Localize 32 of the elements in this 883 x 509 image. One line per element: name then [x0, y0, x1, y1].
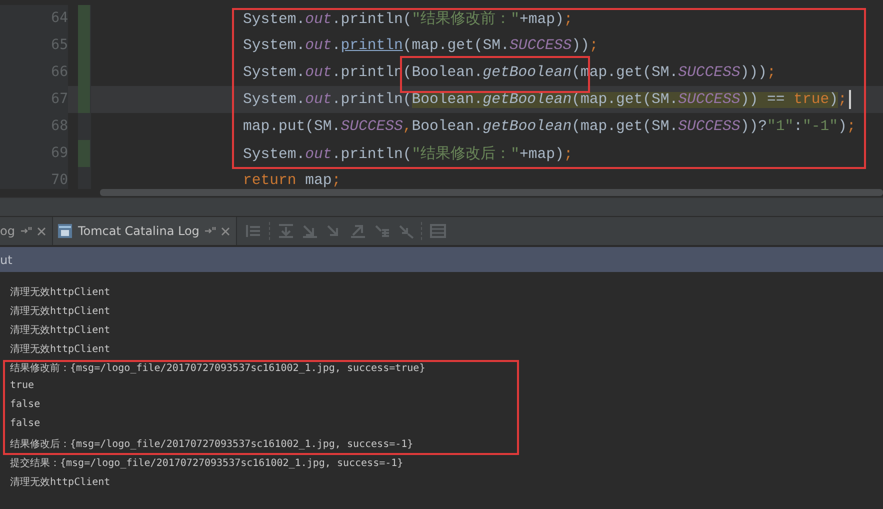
console-line: true [10, 380, 36, 393]
console-line: 清理无效httpClient [10, 286, 112, 300]
console-line: 提交结果：{msg=/logo_file/20170727093537sc161002_1.jpg, success=-1} [10, 456, 404, 471]
console-line: 清理无效httpClient [10, 476, 112, 490]
code-line: System.out.println("结果修改前："+map); [243, 10, 573, 28]
console-line: 结果修改前：{msg=/logo_file/20170727093537sc161002_1.jpg, success=true} [10, 362, 426, 376]
console-line: 清理无效httpClient [10, 304, 112, 319]
pin-icon[interactable] [204, 226, 216, 236]
arrow-icon[interactable] [397, 223, 416, 239]
console-line: 清理无效httpClient [10, 342, 112, 357]
log-icon [56, 223, 73, 239]
code-line: System.out.println("结果修改后："+map); [243, 144, 573, 163]
arrow-icon[interactable] [349, 223, 368, 239]
text-cursor [848, 90, 851, 109]
table-icon[interactable] [429, 223, 448, 239]
console-line: 结果修改后：{msg=/logo_file/20170727093537sc161002_1.jpg, success=-1} [10, 438, 414, 452]
console-line: false [10, 418, 42, 431]
console-line: false [10, 399, 42, 412]
code-line: map.put(SM.SUCCESS,Boolean.getBoolean(map.get(SM.SUCCESS))?"1":"-1"); [243, 118, 856, 134]
code-line: return map; [243, 172, 341, 188]
panel-title: ut [0, 252, 12, 266]
download-icon[interactable] [277, 223, 296, 239]
code-line: System.out.println(map.get(SM.SUCCESS)); [243, 38, 598, 54]
close-icon[interactable] [36, 226, 46, 236]
console-line: 清理无效httpClient [10, 324, 112, 338]
pin-icon[interactable] [20, 226, 32, 236]
close-icon[interactable] [221, 226, 230, 236]
code-line: System.out.println(Boolean.getBoolean(map.get(SM.SUCCESS)) == true); [243, 92, 847, 108]
tab[interactable]: Tomcat Catalina Log [52, 217, 238, 245]
grid-icon[interactable] [373, 223, 392, 239]
arrow-icon[interactable] [301, 223, 320, 239]
scrollbar-thumb[interactable] [100, 189, 883, 196]
